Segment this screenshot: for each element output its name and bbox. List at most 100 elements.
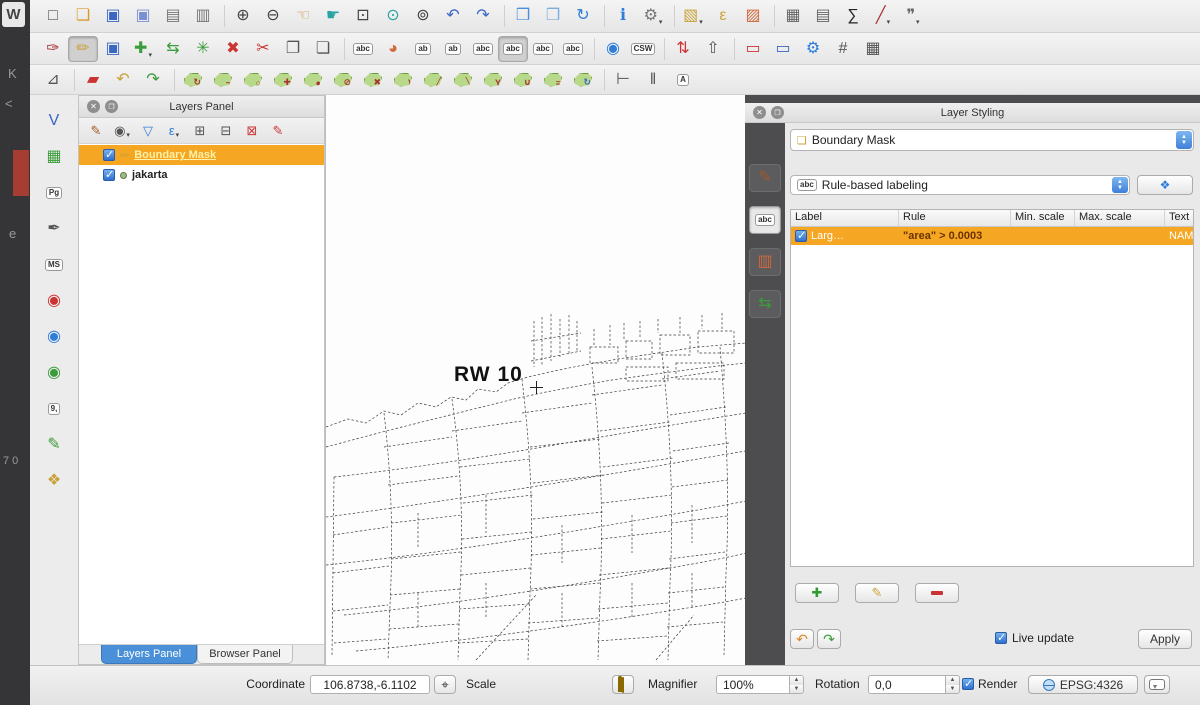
copy-features-button[interactable]: ❐: [278, 36, 308, 62]
open-layer-styling-dock-button[interactable]: ✎: [83, 120, 109, 142]
offline-editing-button[interactable]: ⇅: [668, 36, 698, 62]
measure-dropdown-icon[interactable]: ▾: [887, 18, 891, 29]
toggle-editing-button[interactable]: ✏: [68, 36, 98, 62]
add-spatialite-layer-button[interactable]: ✒: [39, 216, 69, 242]
cad-tools-button[interactable]: ⊿: [38, 67, 68, 93]
change-label-properties-button[interactable]: A: [668, 67, 698, 93]
dock-map-view-button[interactable]: ❒: [538, 3, 568, 29]
grass-edit-button[interactable]: ▭: [768, 36, 798, 62]
filter-legend-expression-dropdown-icon[interactable]: ▾: [176, 131, 180, 142]
column-max-scale[interactable]: Max. scale: [1075, 210, 1165, 226]
add-rule-button[interactable]: ✚: [795, 583, 839, 603]
show-hide-labels-button[interactable]: ab: [438, 36, 468, 62]
processing-toolbox-button[interactable]: ⚙: [798, 36, 828, 62]
move-feature-button[interactable]: ⇆: [158, 36, 188, 62]
render-checkbox[interactable]: [962, 678, 974, 690]
fill-ring-button[interactable]: ●: [298, 67, 328, 93]
identify-features-button[interactable]: ℹ: [608, 3, 638, 29]
simplify-feature-button[interactable]: ~: [208, 67, 238, 93]
composer-manager-button[interactable]: ▥: [188, 3, 218, 29]
csw-search-button[interactable]: CSW: [628, 36, 658, 62]
add-mssql-layer-button[interactable]: MS: [39, 252, 69, 278]
zoom-out-button[interactable]: ⊖: [258, 3, 288, 29]
cut-features-button[interactable]: ✂: [248, 36, 278, 62]
measure-button[interactable]: ╱▾: [868, 3, 898, 29]
add-part-button[interactable]: ✚: [268, 67, 298, 93]
layer-row-boundary-mask[interactable]: ✏ Boundary Mask: [79, 145, 324, 165]
layer-styling-float-icon[interactable]: [771, 106, 784, 119]
add-vector-layer-button[interactable]: V: [39, 108, 69, 134]
raster-calculator-button[interactable]: ▦: [858, 36, 888, 62]
track-mouse-button[interactable]: ⌖: [434, 675, 456, 694]
live-update-control[interactable]: Live update: [995, 631, 1074, 645]
manage-map-themes-dropdown-icon[interactable]: ▾: [126, 131, 130, 142]
grid-tools-button[interactable]: #: [828, 36, 858, 62]
combo-arrows-icon[interactable]: [1176, 131, 1192, 149]
rotate-label-button[interactable]: abc: [498, 36, 528, 62]
zoom-to-layer-button[interactable]: ⊚: [408, 3, 438, 29]
offset-curve-button[interactable]: ): [388, 67, 418, 93]
layer-styling-close-icon[interactable]: [753, 106, 766, 119]
map-canvas[interactable]: RW 10: [325, 95, 745, 665]
select-features-button[interactable]: ▧▾: [678, 3, 708, 29]
refresh-map-button[interactable]: ↻: [568, 3, 598, 29]
new-map-view-button[interactable]: ❒: [508, 3, 538, 29]
rotate-feature-button[interactable]: ↻: [178, 67, 208, 93]
add-delimited-text-layer-button[interactable]: 9,: [39, 396, 69, 422]
pan-to-selection-button[interactable]: ☛: [318, 3, 348, 29]
move-label-button[interactable]: abc: [468, 36, 498, 62]
new-shapefile-layer-button[interactable]: ✎: [39, 432, 69, 458]
save-project-button[interactable]: ▣: [98, 3, 128, 29]
remove-rule-button[interactable]: [915, 583, 959, 603]
filter-legend-expression-button[interactable]: ε▾: [161, 120, 187, 142]
undo-style-button[interactable]: ↶: [790, 629, 814, 649]
add-ring-button[interactable]: ○: [238, 67, 268, 93]
add-grass-layer-button[interactable]: ❖: [39, 468, 69, 494]
redo-style-button[interactable]: ↷: [817, 629, 841, 649]
merge-attributes-button[interactable]: ≡: [538, 67, 568, 93]
split-parts-button[interactable]: Y: [478, 67, 508, 93]
new-print-composer-button[interactable]: ▤: [158, 3, 188, 29]
column-rule[interactable]: Rule: [899, 210, 1011, 226]
coordinate-input[interactable]: [310, 675, 430, 694]
pan-map-button[interactable]: ☜: [288, 3, 318, 29]
deselect-all-button[interactable]: ▨: [738, 3, 768, 29]
zoom-in-button[interactable]: ⊕: [228, 3, 258, 29]
zoom-to-selection-button[interactable]: ⊙: [378, 3, 408, 29]
label-properties-button[interactable]: abc: [558, 36, 588, 62]
map-tips-button[interactable]: ❞▾: [898, 3, 928, 29]
delete-ring-button[interactable]: ⊘: [328, 67, 358, 93]
column-label[interactable]: Label: [791, 210, 899, 226]
map-settings-button[interactable]: ⚙▾: [638, 3, 668, 29]
split-features-button[interactable]: ╲: [448, 67, 478, 93]
save-layer-edits-button[interactable]: ▣: [98, 36, 128, 62]
diagram-tab-button[interactable]: ▥: [749, 248, 781, 276]
expand-all-button[interactable]: ⊞: [187, 120, 213, 142]
add-feature-button[interactable]: ✚▾: [128, 36, 158, 62]
rule-checkbox[interactable]: [795, 230, 807, 242]
zoom-next-button[interactable]: ↷: [468, 3, 498, 29]
scale-lock-button[interactable]: [612, 675, 634, 694]
metasearch-button[interactable]: ◉: [598, 36, 628, 62]
pin-unpin-labels-button[interactable]: ab: [408, 36, 438, 62]
convert-to-offline-button[interactable]: ⇧: [698, 36, 728, 62]
open-attribute-table-button[interactable]: ▦: [778, 3, 808, 29]
save-project-as-button[interactable]: ▣: [128, 3, 158, 29]
map-settings-dropdown-icon[interactable]: ▾: [659, 18, 663, 29]
edit-rule-button[interactable]: ✎: [855, 583, 899, 603]
symbology-tab-button[interactable]: ✎: [749, 164, 781, 192]
add-postgis-layer-button[interactable]: Pg: [39, 180, 69, 206]
grass-region-button[interactable]: ▭: [738, 36, 768, 62]
crs-button[interactable]: EPSG:4326: [1028, 675, 1138, 694]
trim-extend-button[interactable]: ⊢: [608, 67, 638, 93]
zoom-last-button[interactable]: ↶: [438, 3, 468, 29]
add-feature-dropdown-icon[interactable]: ▾: [148, 51, 152, 62]
current-edits-button[interactable]: ✑: [38, 36, 68, 62]
rule-row[interactable]: Larg… "area" > 0.0003 NAM: [791, 227, 1193, 245]
open-project-button[interactable]: ❏: [68, 3, 98, 29]
background-app-icon[interactable]: W: [2, 2, 25, 27]
add-oracle-layer-button[interactable]: ◉: [39, 288, 69, 314]
collapse-all-button[interactable]: ⊟: [213, 120, 239, 142]
delete-selected-button[interactable]: ✖: [218, 36, 248, 62]
live-update-checkbox[interactable]: [995, 632, 1007, 644]
